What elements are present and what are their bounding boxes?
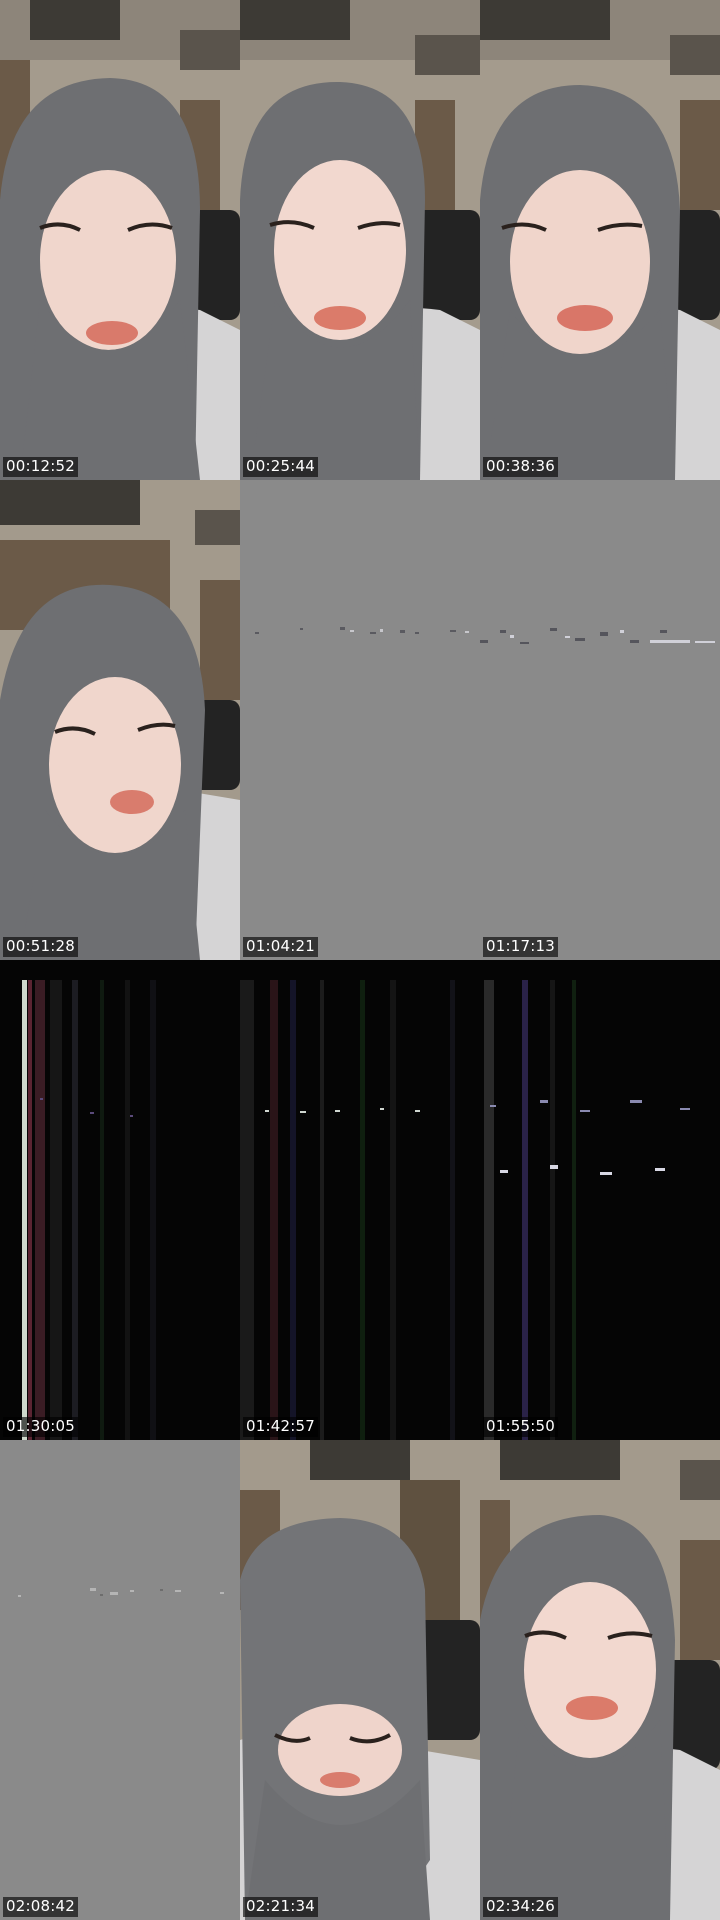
video-frame-12: 02:34:26 [480, 1440, 720, 1920]
glitch-frame-image [0, 960, 240, 1440]
video-frame-5: 01:04:21 [240, 480, 480, 960]
video-frame-4: 00:51:28 [0, 480, 240, 960]
timestamp-label: 01:30:05 [3, 1417, 78, 1437]
timestamp-label: 02:21:34 [243, 1897, 318, 1917]
timestamp-label: 00:12:52 [3, 457, 78, 477]
timestamp-label: 00:51:28 [3, 937, 78, 957]
glitch-frame-image [240, 960, 480, 1440]
timestamp-label: 00:25:44 [243, 457, 318, 477]
video-frame-9: 01:55:50 [480, 960, 720, 1440]
video-frame-2: 00:25:44 [240, 0, 480, 480]
thumbnail-grid: 00:12:52 00:25:44 00:38:36 00:51:28 01:0… [0, 0, 720, 1920]
video-frame-8: 01:42:57 [240, 960, 480, 1440]
timestamp-label: 01:55:50 [483, 1417, 558, 1437]
video-frame-11: 02:21:34 [240, 1440, 480, 1920]
portrait-image [240, 1440, 480, 1920]
glitch-frame-image [480, 960, 720, 1440]
timestamp-label: 02:08:42 [3, 1897, 78, 1917]
glitch-frame-image [480, 480, 720, 960]
video-frame-1: 00:12:52 [0, 0, 240, 480]
portrait-image [0, 0, 240, 480]
timestamp-label: 00:38:36 [483, 457, 558, 477]
portrait-image [480, 0, 720, 480]
video-frame-3: 00:38:36 [480, 0, 720, 480]
glitch-frame-image [0, 1440, 240, 1920]
portrait-image [480, 1440, 720, 1920]
glitch-frame-image [240, 480, 480, 960]
video-frame-6: 01:17:13 [480, 480, 720, 960]
timestamp-label: 01:04:21 [243, 937, 318, 957]
video-frame-7: 01:30:05 [0, 960, 240, 1440]
portrait-image [240, 0, 480, 480]
timestamp-label: 01:17:13 [483, 937, 558, 957]
timestamp-label: 02:34:26 [483, 1897, 558, 1917]
video-frame-10: 02:08:42 [0, 1440, 240, 1920]
timestamp-label: 01:42:57 [243, 1417, 318, 1437]
portrait-image [0, 480, 240, 960]
